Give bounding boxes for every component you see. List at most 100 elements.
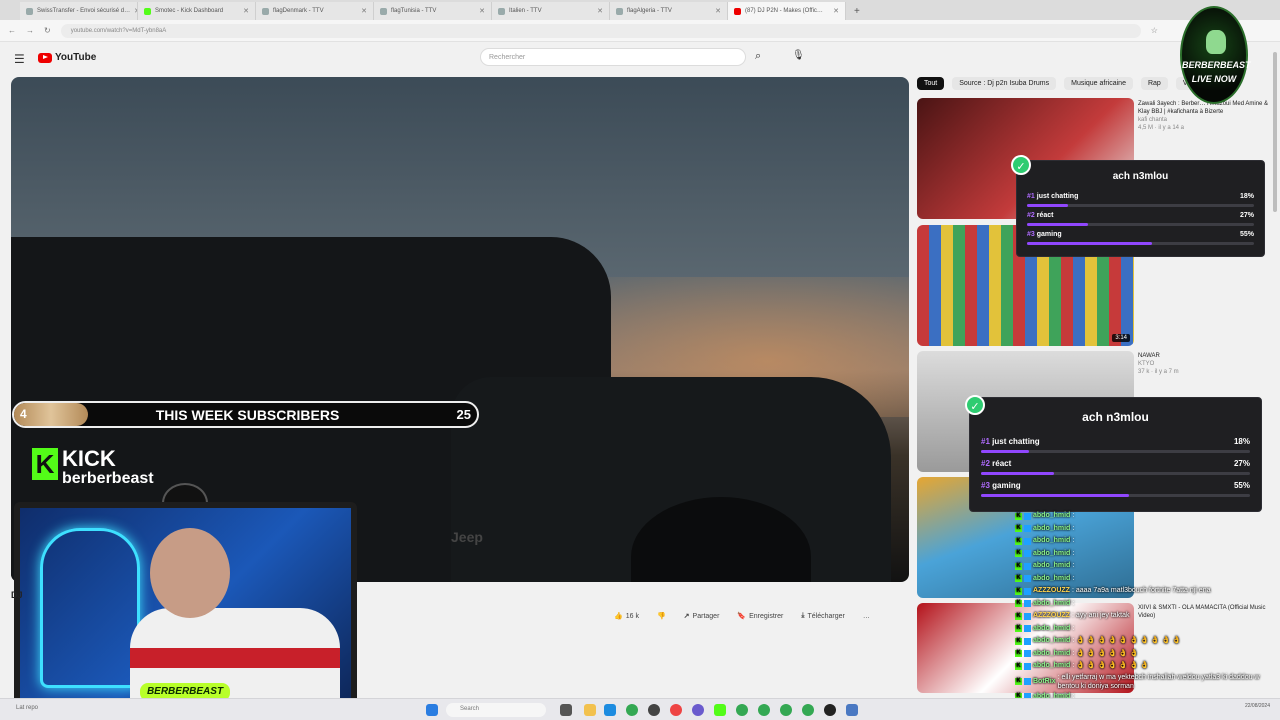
browser-tab[interactable]: Smotec - Kick Dashboard ✕: [138, 2, 256, 20]
search-input[interactable]: Rechercher: [480, 48, 746, 66]
star-icon[interactable]: ☆: [1151, 26, 1158, 35]
reload-icon[interactable]: ↻: [44, 26, 51, 35]
kick-brand: KICK: [62, 446, 116, 471]
scrollbar[interactable]: [1273, 52, 1277, 212]
chrome-icon[interactable]: [626, 704, 638, 716]
chat-username: abdo_hmid: [1033, 562, 1071, 569]
chat-message: Kabdo_hmid:: [1015, 535, 1273, 548]
share-button[interactable]: ↗ Partager: [684, 612, 720, 621]
taskbar-clock[interactable]: 22/08/2024: [1245, 703, 1270, 710]
video-title: DJ: [11, 590, 23, 600]
kick-badge-icon: K: [1015, 575, 1022, 583]
kick-badge-icon: K: [1015, 637, 1022, 645]
chip-source[interactable]: Source : Dj p2n Isuba Drums: [952, 77, 1057, 90]
tab-label: Italien - TTV: [509, 8, 542, 14]
back-icon[interactable]: ←: [8, 26, 16, 35]
task-view-icon[interactable]: [560, 704, 572, 716]
poll-widget: ach n3mlou #1 just chatting 18% #2 réact 2…: [969, 397, 1262, 512]
chrome-profile-icon[interactable]: [736, 704, 748, 716]
recommendation-meta[interactable]: Zawali 3ayech : Berber… Hmazoui Med Amin…: [1138, 100, 1270, 132]
discord-icon[interactable]: [692, 704, 704, 716]
kick-badge-icon: K: [1015, 600, 1022, 608]
streamer-head: [150, 528, 230, 618]
youtube-logo[interactable]: YouTube: [38, 52, 96, 63]
poll-label: réact: [992, 459, 1012, 468]
browser-tab-active[interactable]: (87) DJ P2N - Makes (Offic… ✕: [728, 2, 846, 20]
chip-african-music[interactable]: Musique africaine: [1064, 77, 1133, 90]
new-tab-button[interactable]: +: [846, 2, 868, 20]
share-label: Partager: [692, 612, 720, 620]
chrome-profile-icon[interactable]: [780, 704, 792, 716]
vehicle-badge: Jeep: [451, 529, 483, 545]
taskbar-search[interactable]: Search: [446, 703, 546, 717]
chip-all[interactable]: Tout: [917, 77, 945, 90]
recommendation-title: NAWAR: [1138, 353, 1160, 359]
poll-track: [1027, 223, 1254, 226]
app-icon[interactable]: [846, 704, 858, 716]
sub-badge-icon: [1024, 637, 1031, 645]
poll-rank: #3: [1027, 231, 1035, 238]
browser-tab[interactable]: flagAlgeria - TTV ✕: [610, 2, 728, 20]
kick-badge-icon: K: [1015, 550, 1022, 558]
chat-text: :: [1072, 574, 1075, 582]
edge-icon[interactable]: [604, 704, 616, 716]
taskbar-weather[interactable]: Lat repo: [16, 705, 38, 711]
kick-badge-icon: K: [1015, 650, 1022, 658]
recommendation-meta[interactable]: NAWAR KTYO 37 k · il y a 7 m: [1138, 352, 1270, 376]
browser-tab[interactable]: SwissTransfer - Envoi sécurisé d…✕: [20, 2, 138, 20]
url-input[interactable]: youtube.com/watch?v=MdT-ybn8aA: [60, 23, 1141, 38]
recommendation-title: Zawali 3ayech : Berber… Hmazoui Med Amin…: [1138, 101, 1269, 115]
close-icon[interactable]: ✕: [479, 7, 485, 15]
forward-icon[interactable]: →: [26, 26, 34, 35]
chat-text: : elli yetfarraj w ma yektebch inshallah…: [1057, 673, 1260, 690]
poll-label: réact: [1036, 212, 1054, 219]
browser-tab[interactable]: flagDenmark - TTV ✕: [256, 2, 374, 20]
chat-text: :: [1072, 537, 1075, 544]
subscriber-goal-target: 25: [456, 407, 471, 422]
chat-text: :: [1072, 549, 1075, 557]
sub-badge-icon: [1024, 537, 1031, 545]
more-button[interactable]: …: [863, 613, 870, 620]
chat-username: BotRix: [1033, 678, 1056, 685]
close-icon[interactable]: ✕: [361, 7, 367, 15]
search-icon[interactable]: ⌕: [755, 50, 761, 63]
chrome-profile-icon[interactable]: [802, 704, 814, 716]
close-icon[interactable]: ✕: [597, 7, 603, 15]
chat-message: Kabdo_hmid: 👌 👌 👌 👌 👌 👌 👌 👌 👌 👌: [1015, 635, 1273, 648]
file-explorer-icon[interactable]: [584, 704, 596, 716]
close-icon[interactable]: ✕: [715, 7, 721, 15]
close-icon[interactable]: ✕: [833, 7, 839, 15]
mic-icon[interactable]: 🎙: [792, 50, 805, 61]
dislike-button[interactable]: 👎: [657, 612, 666, 620]
sub-badge-icon: [1024, 600, 1031, 608]
webcam-frame: [14, 502, 357, 704]
chrome-profile-icon[interactable]: [758, 704, 770, 716]
chat-message: K BotRix : elli yetfarraj w ma yektebch i…: [1015, 673, 1273, 691]
app-icon[interactable]: [670, 704, 682, 716]
video-actions: 👍 16 k 👎 ↗ Partager 🔖 Enregistrer ⤓ Téléchar…: [614, 612, 870, 620]
tab-favicon-icon: [144, 7, 151, 15]
close-icon[interactable]: ✕: [243, 7, 249, 15]
poll-track: [1027, 242, 1254, 245]
windows-start-icon[interactable]: [426, 704, 438, 716]
menu-icon[interactable]: ☰: [14, 52, 25, 66]
chat-message: Kabdo_hmid:: [1015, 598, 1273, 611]
tab-favicon-icon: [498, 7, 505, 15]
download-button[interactable]: ⤓ Télécharger: [801, 612, 844, 620]
chat-message: Kabdo_hmid: 👌 👌 👌 👌 👌 👌 👌: [1015, 660, 1273, 673]
save-button[interactable]: 🔖 Enregistrer: [737, 612, 783, 621]
poll-title: ach n3mlou: [1082, 410, 1149, 424]
like-button[interactable]: 👍 16 k: [614, 612, 639, 621]
poll-label: gaming: [1036, 231, 1062, 238]
chat-text: : 👌 👌 👌 👌 👌 👌: [1072, 649, 1139, 657]
dislike-icon: 👎: [656, 613, 666, 620]
filter-chips: Tout Source : Dj p2n Isuba Drums Musique…: [917, 77, 1212, 90]
chat-message: Kabdo_hmid:: [1015, 510, 1273, 523]
media-player-icon[interactable]: [824, 704, 836, 716]
chip-rap[interactable]: Rap: [1140, 77, 1168, 90]
obs-icon[interactable]: [648, 704, 660, 716]
tab-favicon-icon: [380, 7, 387, 15]
kick-app-icon[interactable]: [714, 704, 726, 716]
browser-tab[interactable]: Italien - TTV ✕: [492, 2, 610, 20]
browser-tab[interactable]: flagTunisia - TTV ✕: [374, 2, 492, 20]
